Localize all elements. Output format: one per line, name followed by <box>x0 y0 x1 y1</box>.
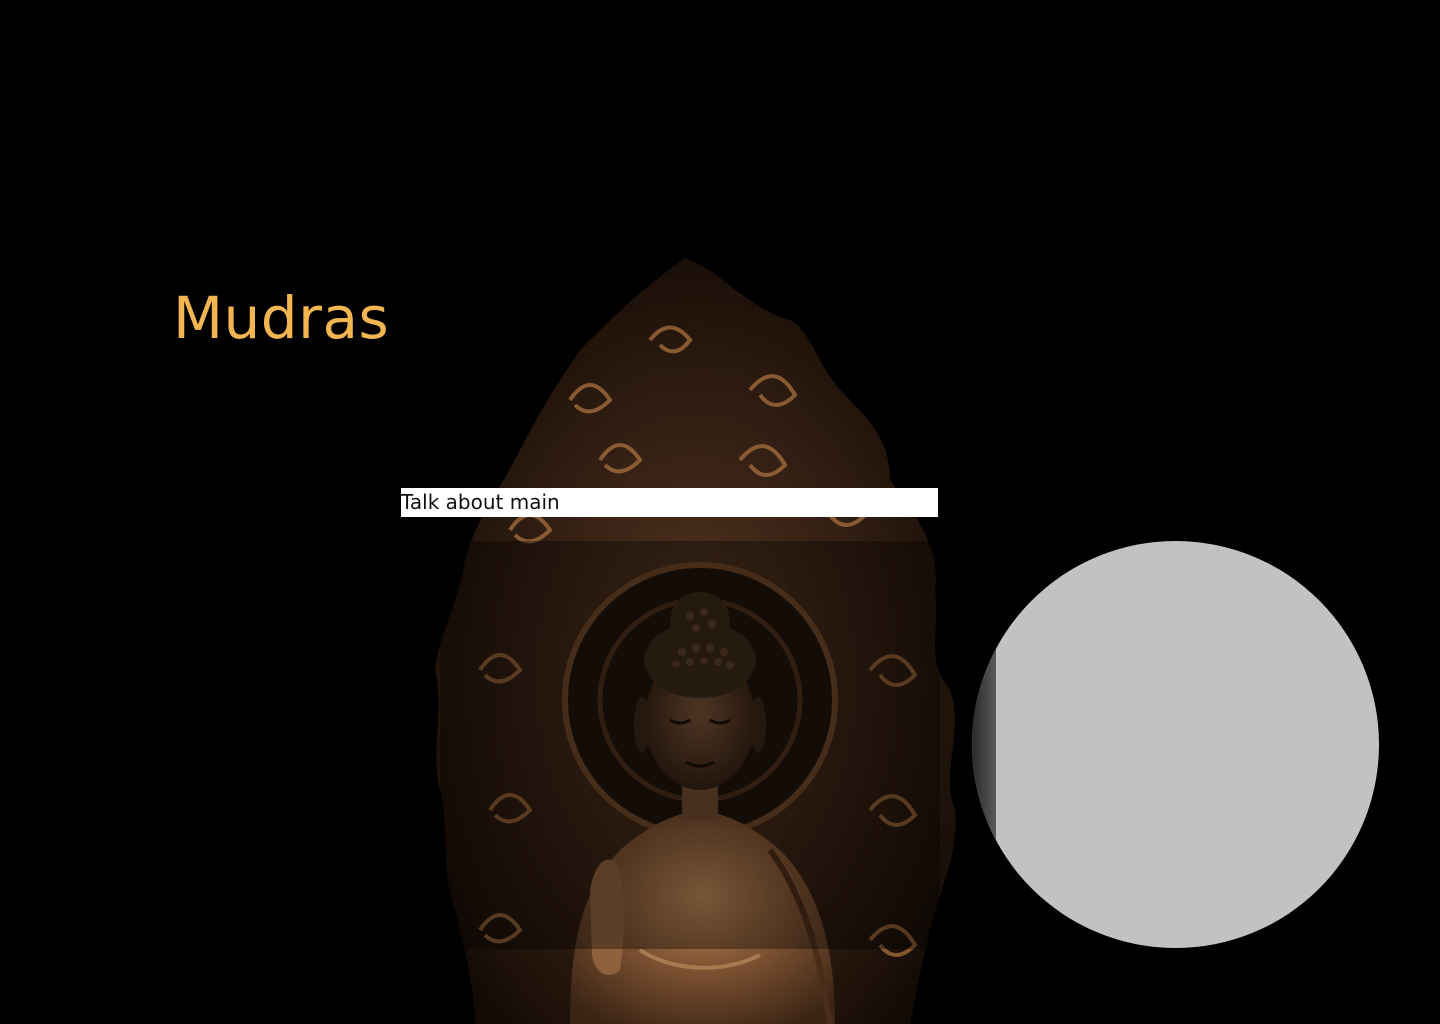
page: Mudras Talk about main <box>0 0 1440 1024</box>
main-text-box: Talk about main <box>401 488 938 517</box>
page-title: Mudras <box>173 284 390 352</box>
circle-shadow-edge <box>972 541 996 948</box>
image-dim-overlay <box>440 541 940 949</box>
placeholder-circle-image <box>972 541 1379 948</box>
